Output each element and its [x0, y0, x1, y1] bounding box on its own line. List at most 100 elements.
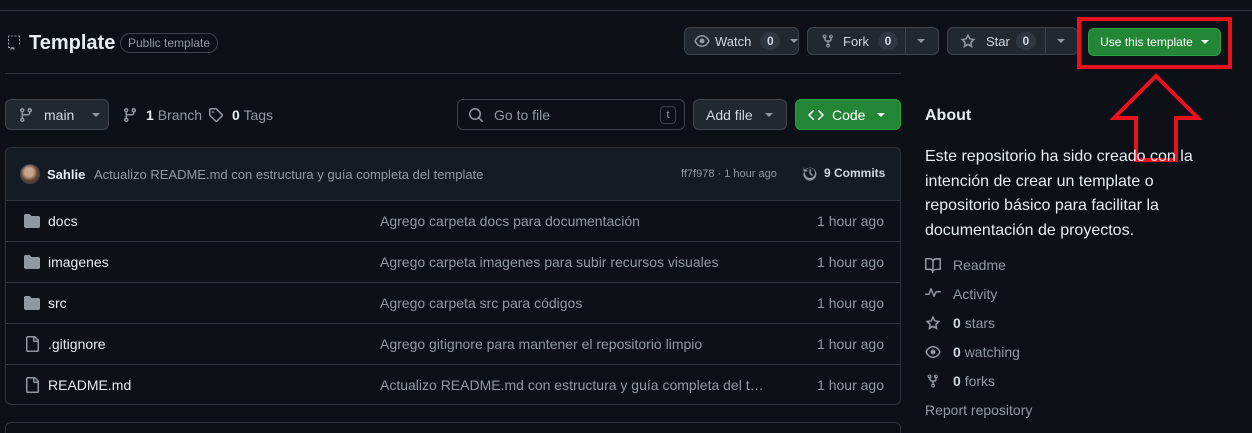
- file-name[interactable]: .gitignore: [48, 336, 106, 352]
- use-this-template-button[interactable]: Use this template: [1088, 28, 1221, 56]
- tag-icon: [208, 107, 224, 123]
- pulse-icon: [925, 286, 941, 302]
- branch-selector[interactable]: main: [5, 99, 109, 130]
- file-name[interactable]: src: [48, 295, 67, 311]
- commit-message[interactable]: Actualizo README.md con estructura y guí…: [94, 167, 483, 182]
- file-name[interactable]: imagenes: [48, 254, 109, 270]
- watching-word: watching: [964, 344, 1020, 360]
- file-time: 1 hour ago: [817, 295, 884, 311]
- tag-count: 0: [232, 107, 240, 123]
- activity-link[interactable]: Activity: [925, 286, 997, 302]
- star-count: 0: [1015, 32, 1036, 50]
- folder-icon: [24, 213, 40, 229]
- keyboard-shortcut-hint: t: [660, 106, 676, 124]
- stars-link[interactable]: 0 stars: [925, 315, 995, 331]
- fork-count: 0: [878, 32, 898, 50]
- repo-forked-icon: [925, 373, 941, 389]
- caret-down-icon: [1200, 40, 1209, 44]
- file-time: 1 hour ago: [817, 336, 884, 352]
- latest-commit-bar: Sahlie Actualizo README.md con estructur…: [6, 148, 900, 201]
- caret-down-icon: [1057, 39, 1065, 43]
- go-to-file-input[interactable]: Go to file t: [457, 99, 685, 130]
- caret-down-icon: [790, 39, 799, 43]
- forks-link[interactable]: 0 forks: [925, 373, 995, 389]
- about-heading: About: [925, 107, 972, 124]
- history-icon: [802, 165, 818, 181]
- use-this-template-label: Use this template: [1100, 35, 1193, 49]
- file-name[interactable]: docs: [48, 213, 78, 229]
- forks-word: forks: [964, 373, 996, 389]
- avatar[interactable]: [20, 164, 40, 184]
- fork-label: Fork: [843, 33, 869, 49]
- watching-link[interactable]: 0 watching: [925, 344, 1020, 360]
- star-button[interactable]: Star 0: [948, 28, 1045, 54]
- star-button-group: Star 0: [947, 27, 1078, 55]
- table-row: README.md Actualizo README.md con estruc…: [6, 365, 900, 404]
- watch-button[interactable]: Watch 0: [685, 28, 781, 54]
- file-commit-message[interactable]: Agrego carpeta imagenes para subir recur…: [380, 254, 719, 270]
- activity-label: Activity: [953, 286, 998, 302]
- caret-down-icon: [917, 39, 925, 43]
- readme-link[interactable]: Readme: [925, 257, 1006, 273]
- watch-label: Watch: [715, 33, 752, 49]
- star-label: Star: [986, 33, 1010, 49]
- file-icon: [24, 336, 40, 352]
- branches-link[interactable]: 1 Branch: [122, 107, 202, 123]
- visibility-badge: Public template: [120, 33, 219, 53]
- file-icon: [24, 377, 40, 393]
- commits-link[interactable]: 9 Commits: [802, 165, 885, 181]
- stars-word: stars: [964, 315, 996, 331]
- file-commit-message[interactable]: Agrego carpeta src para códigos: [380, 295, 582, 311]
- fork-button[interactable]: Fork 0: [808, 28, 905, 54]
- git-branch-icon: [122, 107, 138, 123]
- readme-box: [5, 422, 901, 433]
- branch-word: Branch: [157, 107, 203, 123]
- folder-icon: [24, 254, 40, 270]
- add-file-button[interactable]: Add file: [693, 99, 787, 130]
- repo-template-icon: [6, 34, 22, 50]
- report-repository-link[interactable]: Report repository: [925, 402, 1032, 418]
- commit-sha-time[interactable]: ff7f978 · 1 hour ago: [681, 168, 777, 180]
- branch-name: main: [44, 106, 75, 123]
- repo-title[interactable]: Template: [29, 32, 115, 55]
- table-row: imagenes Agrego carpeta imagenes para su…: [6, 242, 900, 283]
- fork-dropdown[interactable]: [906, 28, 936, 54]
- about-description: Este repositorio ha sido creado con la i…: [925, 148, 1193, 239]
- repo-header: Template Public template Watch 0 Fork 0: [0, 22, 1252, 66]
- watch-dropdown[interactable]: [780, 28, 806, 54]
- tags-link[interactable]: 0 Tags: [208, 107, 273, 123]
- search-icon: [468, 107, 484, 123]
- table-row: src Agrego carpeta src para códigos 1 ho…: [6, 283, 900, 324]
- file-table: Sahlie Actualizo README.md con estructur…: [5, 147, 901, 405]
- file-commit-message[interactable]: Agrego carpeta docs para documentación: [380, 213, 640, 229]
- commit-author[interactable]: Sahlie: [47, 167, 85, 182]
- table-row: docs Agrego carpeta docs para documentac…: [6, 201, 900, 242]
- code-button[interactable]: Code: [795, 99, 901, 130]
- watching-count: 0: [953, 344, 961, 360]
- file-name[interactable]: README.md: [48, 377, 131, 393]
- eye-icon: [925, 344, 941, 360]
- header-divider: [5, 73, 901, 74]
- watch-count: 0: [760, 32, 781, 50]
- caret-down-icon: [764, 112, 773, 117]
- star-dropdown[interactable]: [1046, 28, 1076, 54]
- caret-down-icon: [92, 112, 101, 117]
- repo-forked-icon: [820, 33, 836, 49]
- fork-button-group: Fork 0: [807, 27, 939, 55]
- go-to-file-placeholder: Go to file: [494, 106, 551, 123]
- folder-icon: [24, 295, 40, 311]
- code-label: Code: [832, 106, 866, 123]
- caret-down-icon: [877, 112, 886, 117]
- book-icon: [925, 257, 941, 273]
- branch-count: 1: [146, 107, 154, 123]
- file-commit-message[interactable]: Actualizo README.md con estructura y guí…: [380, 377, 766, 393]
- git-branch-icon: [18, 107, 34, 123]
- file-time: 1 hour ago: [817, 254, 884, 270]
- file-time: 1 hour ago: [817, 377, 884, 393]
- tag-word: Tags: [243, 107, 274, 123]
- code-icon: [808, 107, 824, 123]
- file-commit-message[interactable]: Agrego gitignore para mantener el reposi…: [380, 336, 702, 352]
- table-row: .gitignore Agrego gitignore para mantene…: [6, 324, 900, 365]
- watch-button-group: Watch 0: [684, 27, 799, 55]
- readme-label: Readme: [953, 257, 1006, 273]
